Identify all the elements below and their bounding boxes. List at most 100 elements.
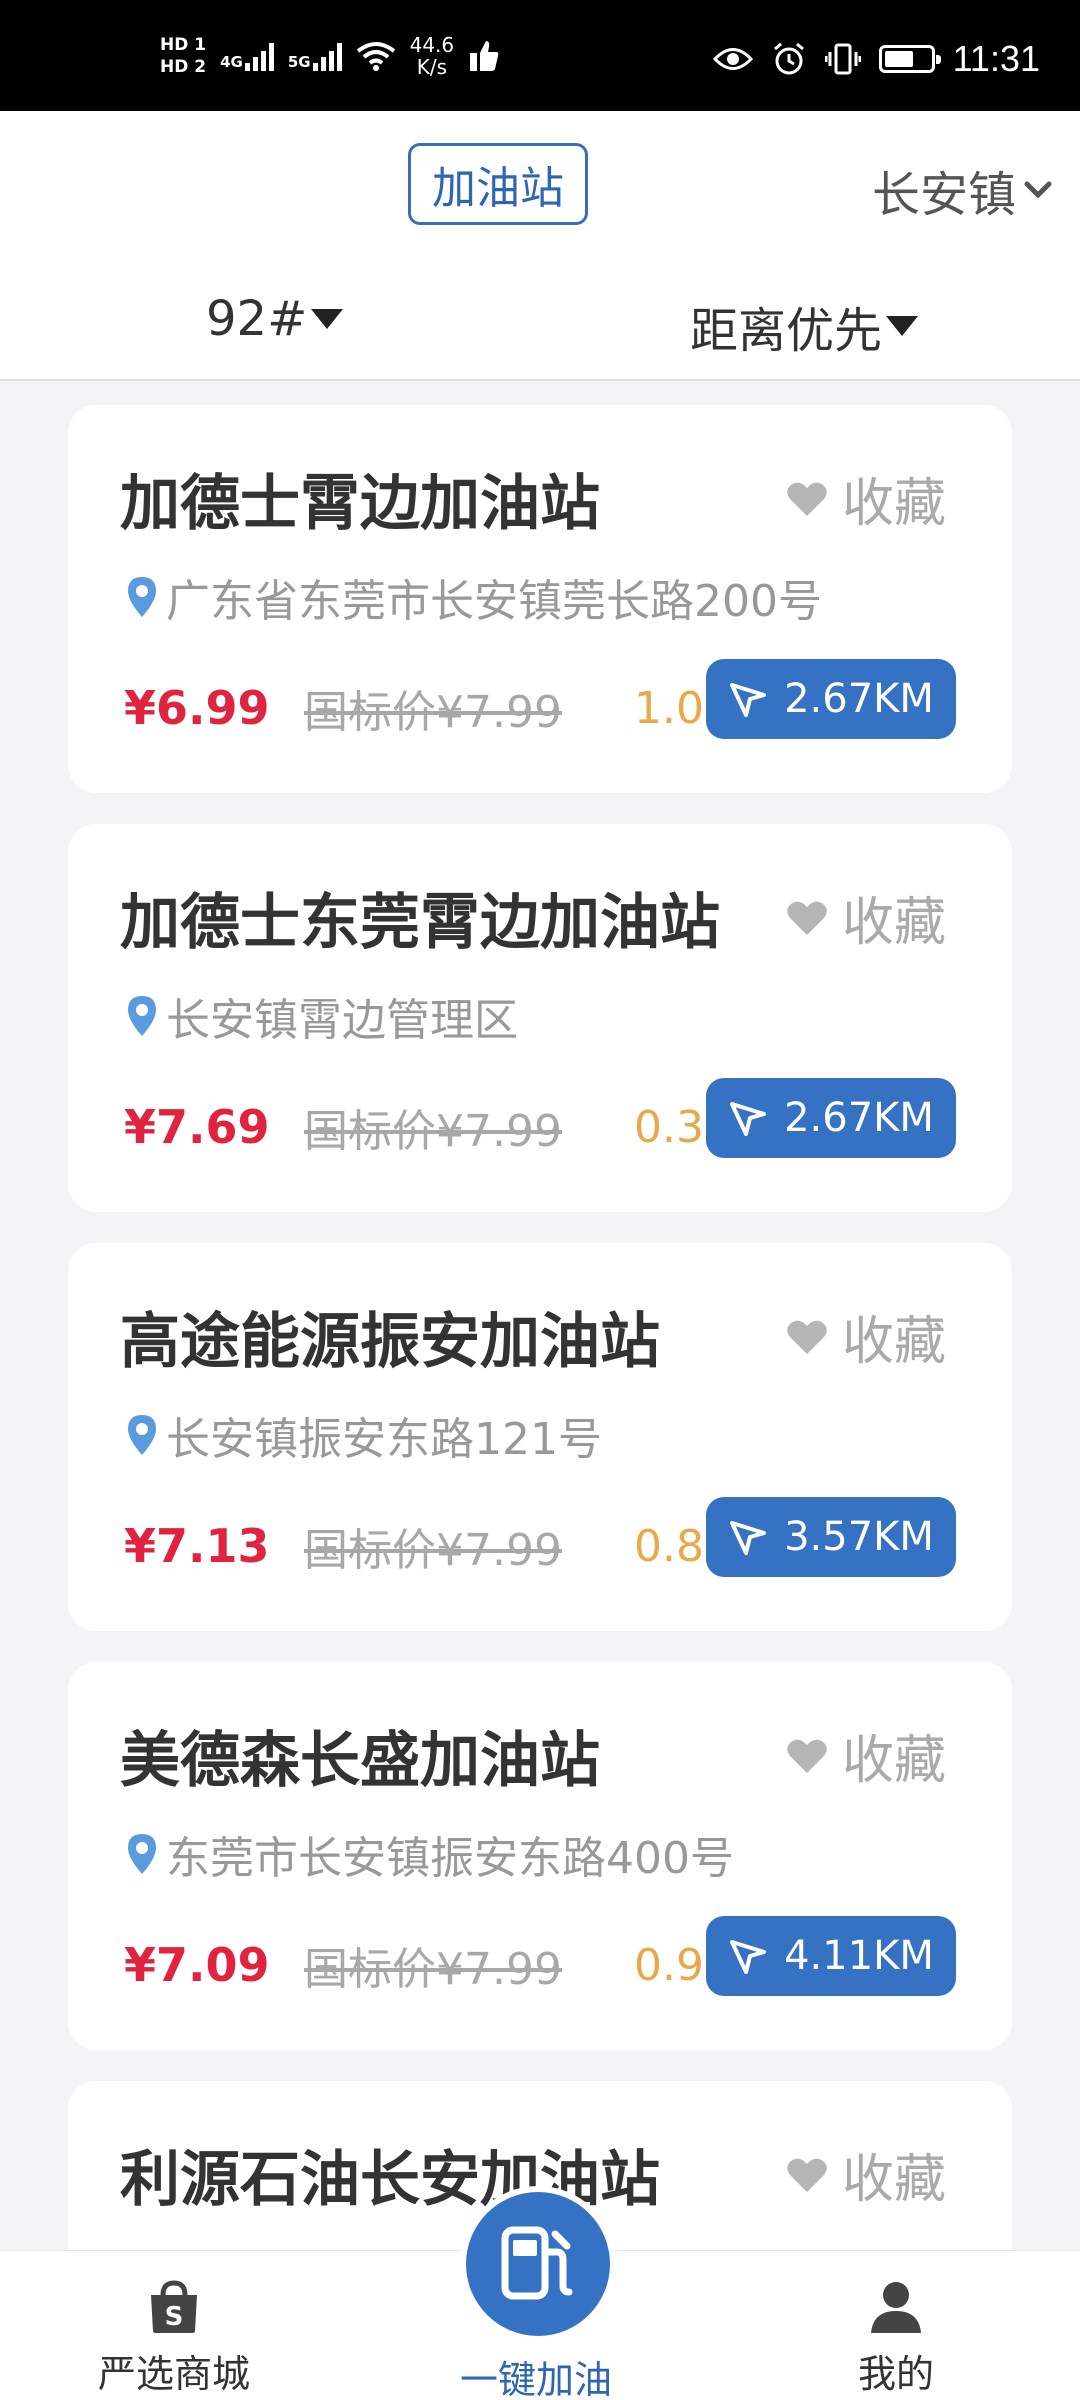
heart-icon	[787, 1320, 827, 1354]
nav-mine[interactable]: 我的	[858, 2279, 934, 2398]
distance-label: 4.11KM	[784, 1933, 934, 1979]
guide-price: 国标价¥7.99	[304, 1525, 562, 1576]
status-time: 11:31	[952, 38, 1040, 79]
nav-fuel-label[interactable]: 一键加油	[460, 2349, 612, 2400]
alarm-icon	[773, 42, 804, 75]
favorite-button[interactable]: 收藏	[786, 880, 946, 955]
status-right: 11:31	[712, 38, 1040, 80]
station-name: 美德森长盛加油站	[120, 1726, 600, 1796]
vibrate-icon	[824, 43, 861, 75]
address-text: 长安镇振安东路121号	[166, 1414, 602, 1465]
signal-bars-icon	[312, 41, 342, 71]
nav-mine-label: 我的	[858, 2352, 935, 2396]
signal-5g: 5G	[288, 41, 342, 71]
navigate-distance-button[interactable]: 2.67KM	[706, 1078, 956, 1158]
heart-icon	[787, 482, 827, 516]
favorite-label: 收藏	[841, 1312, 946, 1372]
navigation-arrow-icon	[730, 1940, 767, 1974]
guide-price: 国标价¥7.99	[304, 687, 562, 738]
favorite-button[interactable]: 收藏	[786, 2137, 946, 2212]
shopping-bag-icon: S	[151, 2280, 197, 2333]
nav-shop[interactable]: S 严选商城	[98, 2279, 250, 2398]
page-title: 加油站	[408, 143, 588, 225]
user-icon	[871, 2282, 921, 2333]
hd-indicator: HD 1 HD 2	[160, 34, 206, 78]
station-card[interactable]: 加德士霄边加油站 收藏 广东省东莞市长安镇莞长路200号 ¥6.99 国标价¥7…	[68, 405, 1012, 793]
dropdown-triangle-icon	[311, 309, 344, 329]
station-price: ¥7.09	[124, 1938, 270, 1992]
heart-icon	[787, 901, 827, 935]
distance-label: 2.67KM	[784, 676, 934, 722]
station-address: 长安镇振安东路121号	[126, 1403, 602, 1467]
signal-4g: 4G	[220, 41, 274, 71]
favorite-label: 收藏	[841, 474, 946, 534]
favorite-label: 收藏	[841, 1731, 946, 1791]
dropdown-triangle-icon	[886, 316, 919, 336]
net1-label: 4G	[220, 53, 243, 71]
address-text: 长安镇霄边管理区	[166, 995, 518, 1046]
favorite-button[interactable]: 收藏	[786, 1718, 946, 1793]
station-name: 加德士东莞霄边加油站	[120, 888, 720, 958]
station-price: ¥6.99	[124, 681, 270, 735]
favorite-label: 收藏	[841, 893, 946, 953]
thumbs-up-icon	[470, 41, 499, 71]
signal-bars-icon	[244, 41, 274, 71]
address-text: 东莞市长安镇振安东路400号	[166, 1833, 734, 1884]
fuel-pump-icon	[501, 2226, 573, 2300]
navigate-distance-button[interactable]: 3.57KM	[706, 1497, 956, 1577]
station-card[interactable]: 美德森长盛加油站 收藏 东莞市长安镇振安东路400号 ¥7.09 国标价¥7.9…	[68, 1662, 1012, 2050]
navigation-arrow-icon	[730, 1521, 767, 1555]
fuel-type-label: 92#	[206, 291, 308, 347]
distance-label: 2.67KM	[784, 1095, 934, 1141]
sort-label: 距离优先	[690, 303, 883, 359]
station-address: 广东省东莞市长安镇莞长路200号	[126, 565, 822, 629]
fuel-fab-inner	[466, 2192, 610, 2336]
speed-unit: K/s	[416, 55, 447, 79]
nav-shop-label: 严选商城	[98, 2352, 251, 2396]
guide-price: 国标价¥7.99	[304, 1944, 562, 1995]
location-pin-icon	[128, 996, 156, 1036]
navigate-distance-button[interactable]: 4.11KM	[706, 1916, 956, 1996]
net2-label: 5G	[287, 53, 311, 71]
eye-icon	[712, 48, 753, 70]
address-text: 广东省东莞市长安镇莞长路200号	[166, 576, 822, 627]
fuel-type-filter[interactable]: 92#	[206, 291, 344, 347]
location-pin-icon	[128, 577, 156, 617]
wifi-icon	[356, 42, 395, 71]
station-price: ¥7.13	[124, 1519, 270, 1573]
navigate-distance-button[interactable]: 2.67KM	[706, 659, 956, 739]
svg-text:S: S	[165, 2302, 184, 2332]
station-name: 加德士霄边加油站	[120, 469, 600, 539]
navigation-arrow-icon	[730, 1102, 767, 1136]
town-selector[interactable]: 长安镇	[872, 155, 1052, 225]
heart-icon	[787, 1739, 827, 1773]
status-left: HD 1 HD 2 4G 5G 44.6 K/s	[160, 34, 500, 78]
chevron-down-icon	[1024, 181, 1052, 199]
distance-label: 3.57KM	[784, 1514, 934, 1560]
battery-icon	[878, 45, 941, 73]
station-card[interactable]: 加德士东莞霄边加油站 收藏 长安镇霄边管理区 ¥7.69 国标价¥7.99 0.…	[68, 824, 1012, 1212]
fuel-fab-button[interactable]	[460, 2186, 616, 2342]
network-speed: 44.6 K/s	[410, 34, 455, 78]
station-list[interactable]: 加德士霄边加油站 收藏 广东省东莞市长安镇莞长路200号 ¥6.99 国标价¥7…	[0, 381, 1080, 2251]
station-address: 东莞市长安镇振安东路400号	[126, 1822, 734, 1886]
town-label: 长安镇	[871, 167, 1016, 223]
favorite-label: 收藏	[841, 2150, 946, 2210]
station-price: ¥7.69	[124, 1100, 270, 1154]
heart-icon	[787, 2158, 827, 2192]
header: 加油站 长安镇 92# 距离优先	[0, 111, 1080, 381]
favorite-button[interactable]: 收藏	[786, 461, 946, 536]
speed-value: 44.6	[409, 33, 455, 57]
status-bar: HD 1 HD 2 4G 5G 44.6 K/s 11:31	[0, 0, 1080, 111]
sort-filter[interactable]: 距离优先	[690, 291, 919, 361]
hd1-label: HD 1	[160, 35, 207, 55]
station-name: 高途能源振安加油站	[120, 1307, 660, 1377]
station-address: 长安镇霄边管理区	[126, 984, 518, 1048]
hd2-label: HD 2	[160, 57, 207, 77]
guide-price: 国标价¥7.99	[304, 1106, 562, 1157]
location-pin-icon	[128, 1834, 156, 1874]
favorite-button[interactable]: 收藏	[786, 1299, 946, 1374]
location-pin-icon	[128, 1415, 156, 1455]
station-card[interactable]: 高途能源振安加油站 收藏 长安镇振安东路121号 ¥7.13 国标价¥7.99 …	[68, 1243, 1012, 1631]
navigation-arrow-icon	[730, 683, 767, 717]
